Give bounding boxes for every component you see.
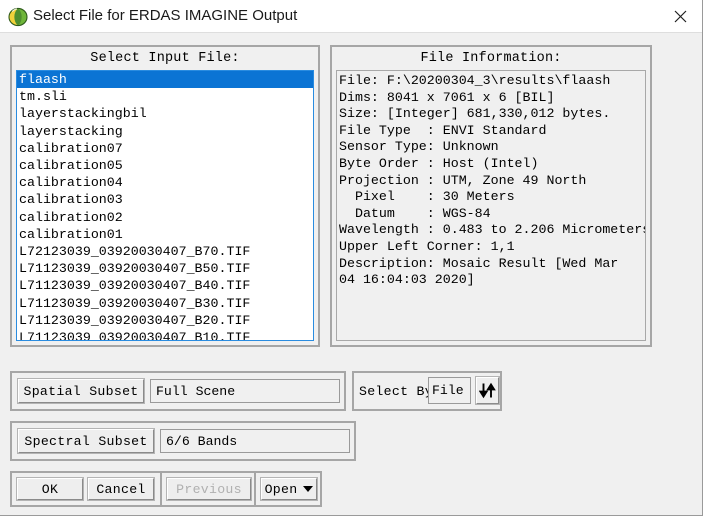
file-information-line: Upper Left Corner: 1,1 — [339, 238, 515, 254]
select-input-file-panel: Select Input File: flaash tm.sli layerstac… — [10, 45, 320, 347]
list-item[interactable]: L72123039_03920030407_B70.TIF — [17, 243, 313, 260]
down-up-arrows-icon[interactable] — [476, 377, 499, 404]
list-item[interactable]: tm.sli — [17, 88, 313, 105]
open-button-label: Open — [264, 481, 298, 497]
spatial-subset-value[interactable]: Full Scene — [150, 379, 340, 403]
list-item[interactable]: layerstackingbil — [17, 105, 313, 122]
file-information-panel: File Information: File: F:\20200304_3\re… — [330, 45, 652, 347]
titlebar: Select File for ERDAS IMAGINE Output — [0, 0, 702, 33]
list-item[interactable]: calibration05 — [17, 157, 313, 174]
list-item[interactable]: flaash — [17, 71, 313, 89]
dialog-window: Select File for ERDAS IMAGINE Output Sel… — [0, 0, 703, 516]
spectral-subset-button[interactable]: Spectral Subset — [18, 429, 154, 453]
list-item[interactable]: calibration02 — [17, 209, 313, 226]
file-information-line: File Type : ENVI Standard — [339, 122, 547, 138]
select-by-value[interactable]: File — [428, 377, 471, 404]
file-information-line: Sensor Type: Unknown — [339, 139, 499, 155]
select-input-file-heading: Select Input File: — [90, 51, 240, 66]
select-by-group: Select By File — [352, 371, 502, 411]
file-information-line: Byte Order : Host (Intel) — [339, 155, 539, 171]
file-information-line: Wavelength : 0.483 to 2.206 Micrometers — [339, 222, 646, 238]
list-item[interactable]: calibration07 — [17, 140, 313, 157]
previous-button[interactable]: Previous — [167, 478, 251, 500]
list-item[interactable]: L71123039_03920030407_B50.TIF — [17, 260, 313, 277]
list-item[interactable]: layerstacking — [17, 123, 313, 140]
list-item[interactable]: L71123039_03920030407_B30.TIF — [17, 295, 313, 312]
list-item[interactable]: L71123039_03920030407_B40.TIF — [17, 277, 313, 294]
cancel-button[interactable]: Cancel — [88, 478, 154, 500]
open-button[interactable]: Open — [261, 478, 317, 500]
file-information-line: Dims: 8041 x 7061 x 6 [BIL] — [339, 89, 555, 105]
file-information-line: 04 16:04:03 2020] — [339, 272, 475, 288]
file-information-heading: File Information: — [420, 51, 562, 66]
ok-button[interactable]: OK — [17, 478, 83, 500]
ok-cancel-group: OK Cancel — [10, 471, 162, 507]
open-group: Open — [254, 471, 322, 507]
close-icon[interactable] — [657, 0, 702, 32]
file-information-line: Description: Mosaic Result [Wed Mar — [339, 255, 619, 271]
list-item[interactable]: calibration01 — [17, 226, 313, 243]
spectral-subset-value[interactable]: 6/6 Bands — [160, 429, 350, 453]
file-information-line: File: F:\20200304_3\results\flaash — [339, 73, 611, 88]
file-information-line: Datum : WGS-84 — [339, 205, 491, 221]
window-title: Select File for ERDAS IMAGINE Output — [33, 7, 298, 24]
previous-group: Previous — [160, 471, 256, 507]
list-item[interactable]: L71123039_03920030407_B20.TIF — [17, 312, 313, 329]
list-item[interactable]: calibration03 — [17, 191, 313, 208]
select-by-label: Select By — [359, 383, 433, 399]
list-item[interactable]: calibration04 — [17, 174, 313, 191]
list-item[interactable]: L71123039_03920030407_B10.TIF — [17, 329, 313, 340]
spectral-subset-group: Spectral Subset 6/6 Bands — [10, 421, 356, 461]
file-information-line: Size: [Integer] 681,330,012 bytes. — [339, 106, 611, 122]
spatial-subset-button[interactable]: Spatial Subset — [18, 379, 144, 403]
file-information-line: Pixel : 30 Meters — [339, 189, 515, 205]
spatial-subset-group: Spatial Subset Full Scene — [10, 371, 346, 411]
file-information-text: File: F:\20200304_3\results\flaash Dims: … — [336, 70, 646, 341]
file-information-line: Projection : UTM, Zone 49 North — [339, 172, 587, 188]
caret-down-icon — [303, 486, 314, 492]
file-list[interactable]: flaash tm.sli layerstackingbil layerstackin… — [16, 70, 314, 341]
envi-globe-icon — [8, 7, 28, 27]
